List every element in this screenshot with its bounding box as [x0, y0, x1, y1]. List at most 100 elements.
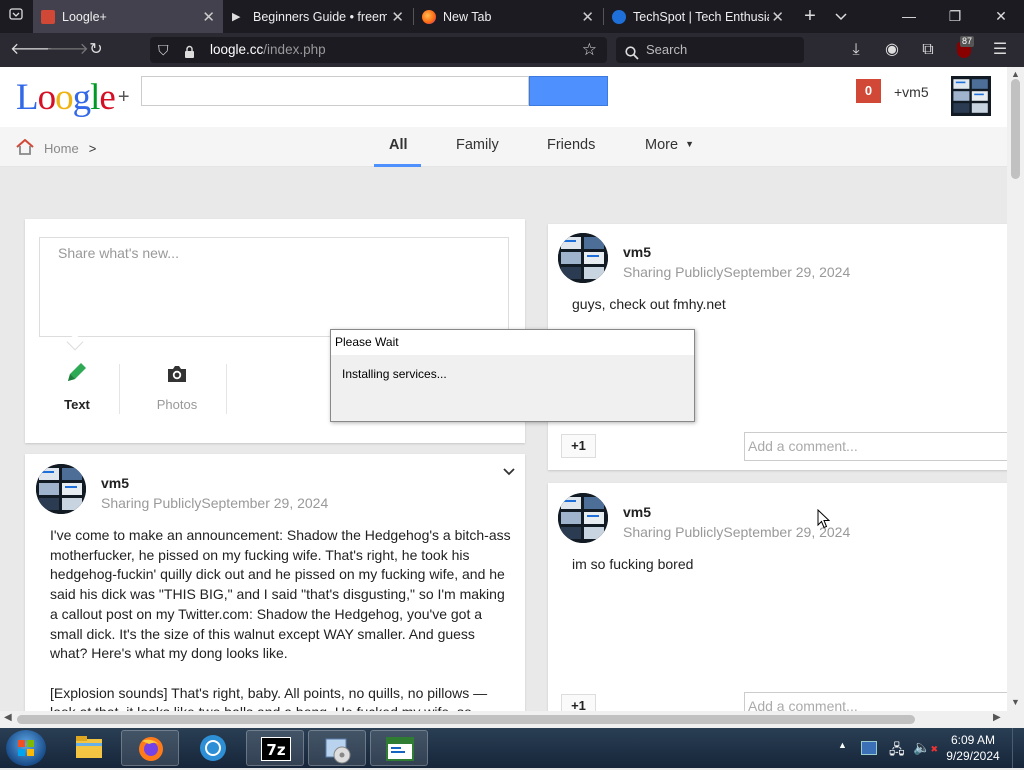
avatar[interactable] — [36, 464, 86, 514]
show-desktop-button[interactable] — [1012, 728, 1024, 768]
close-tab-icon[interactable]: ✕ — [202, 8, 215, 26]
tab-techspot[interactable]: TechSpot | Tech Enthusias ✕ — [604, 0, 792, 33]
post-body: I've come to make an announcement: Shado… — [50, 526, 516, 711]
scrollbar-corner — [1007, 711, 1024, 728]
app-window-taskbar-icon[interactable] — [370, 730, 428, 766]
shield-icon[interactable]: ⛉ — [158, 37, 169, 63]
post-meta: Sharing PubliclySeptember 29, 2024 — [623, 264, 850, 280]
logo-letter: o — [55, 77, 73, 118]
installer-taskbar-icon[interactable] — [308, 730, 366, 766]
scroll-down-icon[interactable]: ▼ — [1011, 697, 1020, 707]
scroll-left-icon[interactable]: ◀ — [4, 712, 12, 723]
tab-all[interactable]: All — [389, 137, 408, 153]
post-visibility: Sharing Publicly — [623, 524, 724, 540]
share-photos-button[interactable]: Photos — [145, 359, 209, 419]
horizontal-scrollbar[interactable]: ◀ ▶ — [0, 711, 1007, 728]
lock-icon[interactable] — [184, 42, 195, 68]
post-author[interactable]: vm5 — [101, 475, 129, 491]
share-input[interactable]: Share what's new... — [39, 237, 509, 337]
close-tab-icon[interactable]: ✕ — [391, 8, 404, 26]
back-icon[interactable]: 🡐 — [10, 33, 53, 67]
post-body: guys, check out fmhy.net — [572, 296, 726, 312]
forward-icon[interactable]: 🡒 — [46, 33, 89, 67]
tab-friends[interactable]: Friends — [547, 137, 595, 153]
tray-volume-muted-icon[interactable]: 🔈✖ — [913, 739, 938, 756]
logo-letter: g — [72, 77, 91, 118]
home-icon[interactable] — [16, 138, 34, 158]
extensions-icon[interactable]: ⧉ — [914, 33, 942, 67]
tab-list-icon[interactable] — [2, 0, 30, 33]
scroll-up-icon[interactable]: ▲ — [1011, 69, 1020, 79]
tab-beginners-guide[interactable]: ▶ Beginners Guide • freemedi ✕ — [224, 0, 412, 33]
chrome-taskbar-icon[interactable] — [184, 730, 242, 766]
url-bar[interactable]: ⛉ loogle.cc/index.php ☆ — [150, 37, 607, 63]
post-card: vm5 Sharing PubliclySeptember 29, 2024 i… — [548, 483, 1007, 711]
header-avatar[interactable] — [951, 76, 991, 116]
system-clock[interactable]: 6:09 AM 9/29/2024 — [940, 732, 1006, 764]
tray-network-icon[interactable]: 🖧 — [889, 739, 905, 763]
avatar[interactable] — [558, 233, 608, 283]
new-tab-icon[interactable]: + — [796, 0, 824, 33]
share-text-button[interactable]: Text — [45, 359, 109, 419]
plus-one-button[interactable]: +1 — [561, 694, 596, 711]
account-icon[interactable]: ◉ — [878, 33, 906, 67]
close-window-icon[interactable]: ✕ — [978, 0, 1024, 33]
search-icon — [625, 43, 639, 69]
bookmark-star-icon[interactable]: ☆ — [582, 37, 597, 63]
techspot-icon — [612, 9, 626, 24]
scroll-right-icon[interactable]: ▶ — [993, 712, 1001, 723]
tab-family[interactable]: Family — [456, 137, 499, 153]
user-profile-link[interactable]: +vm5 — [894, 84, 929, 100]
download-icon[interactable]: ⤓ — [842, 33, 870, 67]
breadcrumb-home[interactable]: Home — [44, 141, 79, 156]
site-search-button[interactable] — [529, 76, 608, 106]
plus-one-button[interactable]: +1 — [561, 434, 596, 458]
show-hidden-icons[interactable]: ▲ — [838, 740, 847, 750]
comment-input[interactable]: Add a comment... — [744, 692, 1007, 711]
tray-network-flag-icon[interactable] — [861, 741, 877, 755]
search-placeholder: Search — [646, 42, 688, 57]
tab-loogle[interactable]: Loogle+ ✕ — [33, 0, 223, 33]
chevron-down-icon[interactable] — [827, 0, 855, 33]
play-icon: ▶ — [232, 10, 241, 23]
firefox-taskbar-icon[interactable] — [121, 730, 179, 766]
please-wait-dialog[interactable]: Please Wait Installing services... — [330, 329, 695, 422]
file-explorer-taskbar-icon[interactable] — [60, 730, 118, 766]
avatar[interactable] — [558, 493, 608, 543]
post-author[interactable]: vm5 — [623, 504, 651, 520]
ublock-extension-icon[interactable]: 87 — [950, 33, 978, 67]
reload-icon[interactable]: ↻ — [82, 33, 110, 67]
start-button[interactable] — [6, 730, 46, 766]
minimize-icon[interactable]: — — [886, 0, 932, 33]
close-tab-icon[interactable]: ✕ — [581, 8, 594, 26]
site-logo[interactable]: Loogle + — [16, 76, 129, 119]
site-search-input[interactable] — [141, 76, 529, 106]
browser-search-field[interactable]: Search — [616, 37, 804, 63]
breadcrumb: Home > — [16, 138, 97, 158]
post-date[interactable]: September 29, 2024 — [723, 264, 850, 280]
menu-icon[interactable]: ☰ — [986, 33, 1014, 67]
notification-badge[interactable]: 0 — [856, 79, 881, 103]
tab-new-tab[interactable]: New Tab ✕ — [414, 0, 602, 33]
vertical-scrollbar[interactable]: ▲ ▼ — [1007, 67, 1024, 711]
share-photos-label: Photos — [156, 397, 198, 412]
scrollbar-thumb[interactable] — [17, 715, 915, 724]
restore-icon[interactable]: ❐ — [932, 0, 978, 33]
breadcrumb-separator: > — [88, 141, 97, 156]
share-placeholder: Share what's new... — [58, 245, 179, 261]
tab-more-label: More — [645, 137, 679, 153]
tab-more[interactable]: More ▼ — [645, 137, 694, 153]
loogle-favicon-icon — [41, 9, 55, 24]
close-tab-icon[interactable]: ✕ — [771, 8, 784, 26]
dialog-title[interactable]: Please Wait — [331, 330, 694, 355]
post-author[interactable]: vm5 — [623, 244, 651, 260]
url-path: /index.php — [263, 42, 326, 57]
post-paragraph: I've come to make an announcement: Shado… — [50, 527, 511, 662]
logo-letter: o — [37, 77, 56, 118]
post-date[interactable]: September 29, 2024 — [201, 495, 328, 511]
comment-input[interactable]: Add a comment... — [744, 432, 1007, 461]
chevron-down-icon[interactable] — [503, 464, 515, 479]
post-date[interactable]: September 29, 2024 — [723, 524, 850, 540]
scrollbar-thumb[interactable] — [1011, 79, 1020, 179]
7zip-taskbar-icon[interactable]: 7z — [246, 730, 304, 766]
